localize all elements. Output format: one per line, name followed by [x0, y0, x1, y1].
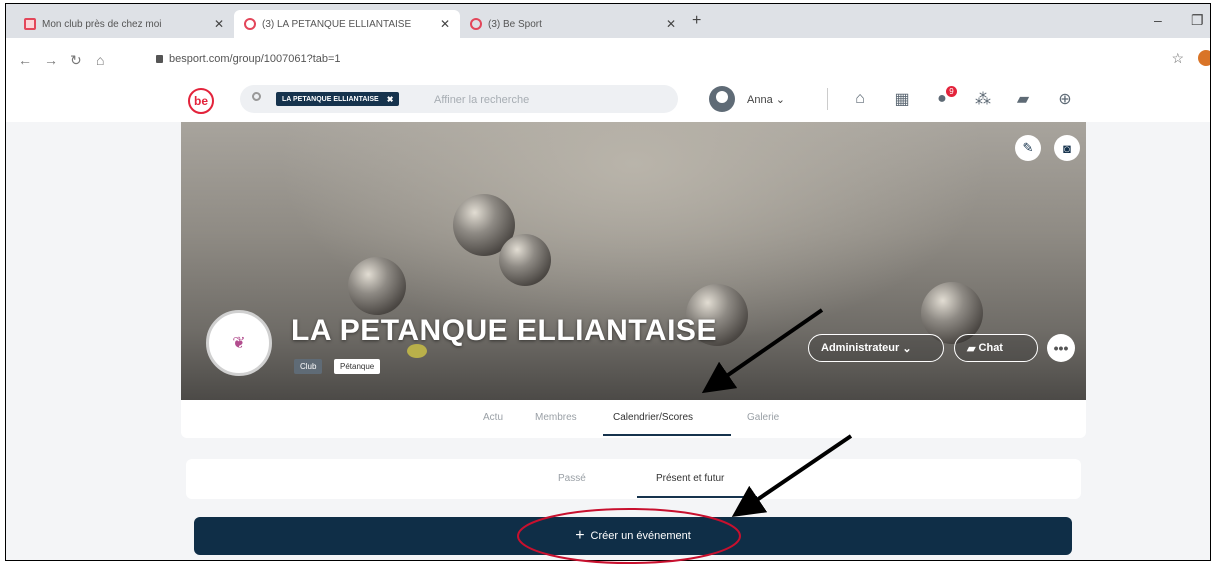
administrator-button[interactable]: Administrateur ⌄ [808, 334, 944, 362]
home-icon[interactable]: ⌂ [96, 52, 104, 68]
calendar-subtabs: Passé Présent et futur [186, 459, 1081, 499]
group-title: LA PETANQUE ELLIANTAISE [291, 314, 717, 347]
minimize-icon[interactable]: – [1154, 12, 1162, 28]
lock-icon [156, 55, 163, 64]
search-chip-label: LA PETANQUE ELLIANTAISE [282, 95, 379, 103]
user-avatar[interactable] [709, 86, 735, 112]
administrator-label: Administrateur [821, 342, 900, 354]
url-text: besport.com/group/1007061?tab=1 [169, 53, 341, 65]
search-bar[interactable]: LA PETANQUE ELLIANTAISE ✖ [240, 85, 678, 113]
back-icon[interactable]: ← [18, 52, 32, 68]
tab-favicon-icon [470, 18, 482, 30]
chevron-down-icon: ⌄ [775, 94, 785, 106]
reload-icon[interactable]: ↻ [70, 52, 82, 69]
chat-button[interactable]: ▰ Chat [954, 334, 1038, 362]
add-icon[interactable]: ⊕ [1056, 90, 1074, 108]
chevron-down-icon: ⌄ [902, 342, 912, 355]
boule-image [499, 234, 551, 286]
calendar-icon[interactable]: ▦ [893, 90, 911, 108]
search-icon [252, 92, 261, 101]
chat-label: Chat [978, 342, 1003, 354]
browser-tab-3[interactable]: (3) Be Sport ✕ [460, 10, 686, 38]
club-type-badge: Club [294, 359, 323, 374]
user-menu[interactable]: Anna ⌄ [747, 93, 785, 106]
tab-passe[interactable]: Passé [558, 473, 586, 484]
tab-galerie[interactable]: Galerie [747, 412, 779, 423]
new-tab-icon[interactable]: + [692, 12, 701, 30]
browser-tab-1[interactable]: Mon club près de chez moi ✕ [14, 10, 234, 38]
search-filter-chip[interactable]: LA PETANQUE ELLIANTAISE ✖ [276, 92, 400, 106]
remove-chip-icon[interactable]: ✖ [387, 95, 394, 104]
close-tab-icon[interactable]: ✕ [440, 17, 450, 31]
notification-badge: 9 [946, 86, 957, 97]
close-tab-icon[interactable]: ✕ [214, 17, 224, 31]
plus-icon: + [575, 527, 585, 544]
boule-image [348, 257, 406, 315]
tab-favicon-icon [244, 18, 256, 30]
maximize-icon[interactable]: ❐ [1191, 12, 1204, 29]
create-event-button[interactable]: + Créer un événement [194, 517, 1072, 555]
group-tabs: Actu Membres Calendrier/Scores Galerie [181, 400, 1086, 438]
camera-icon[interactable]: ◙ [1054, 135, 1080, 161]
header-divider [827, 88, 828, 110]
forward-icon[interactable]: → [44, 52, 58, 68]
tab-title: (3) Be Sport [488, 18, 542, 30]
close-tab-icon[interactable]: ✕ [666, 17, 676, 31]
tab-title: (3) LA PETANQUE ELLIANTAISE [262, 18, 412, 30]
active-tab-indicator [603, 434, 731, 436]
tab-strip: Mon club près de chez moi ✕ (3) LA PETAN… [6, 4, 1210, 38]
tab-actu[interactable]: Actu [483, 412, 503, 423]
messages-icon[interactable]: ▰ [1014, 90, 1032, 108]
bookmark-star-icon[interactable]: ☆ [1171, 50, 1184, 67]
browser-tab-2[interactable]: (3) LA PETANQUE ELLIANTAISE ✕ [234, 10, 460, 38]
club-logo: ❦ [206, 310, 272, 376]
edit-cover-icon[interactable]: ✎ [1015, 135, 1041, 161]
username-label: Anna [747, 94, 773, 106]
search-input[interactable] [432, 89, 656, 111]
url-field[interactable]: besport.com/group/1007061?tab=1 [156, 53, 341, 65]
home-nav-icon[interactable]: ⌂ [851, 90, 869, 108]
sport-badge: Pétanque [334, 359, 381, 374]
chat-icon: ▰ [967, 342, 976, 355]
group-cover: ✎ ◙ ❦ LA PETANQUE ELLIANTAISE Club Pétan… [181, 122, 1086, 400]
browser-window: Mon club près de chez moi ✕ (3) LA PETAN… [5, 3, 1211, 561]
site-header: be LA PETANQUE ELLIANTAISE ✖ Anna ⌄ ⌂ ▦ … [6, 84, 1210, 122]
tab-calendrier-scores[interactable]: Calendrier/Scores [613, 412, 693, 423]
active-subtab-indicator [637, 496, 757, 498]
tab-title: Mon club près de chez moi [42, 18, 162, 30]
browser-profile-icon[interactable] [1198, 50, 1210, 66]
tab-favicon-icon [24, 18, 36, 30]
address-bar: ← → ↻ ⌂ besport.com/group/1007061?tab=1 … [6, 38, 1210, 85]
tab-membres[interactable]: Membres [535, 412, 577, 423]
more-options-icon[interactable]: ••• [1047, 334, 1075, 362]
besport-logo[interactable]: be [188, 88, 214, 114]
create-event-label: Créer un événement [590, 530, 691, 542]
groups-icon[interactable]: ⁂ [974, 90, 992, 108]
tab-present-futur[interactable]: Présent et futur [656, 473, 724, 484]
